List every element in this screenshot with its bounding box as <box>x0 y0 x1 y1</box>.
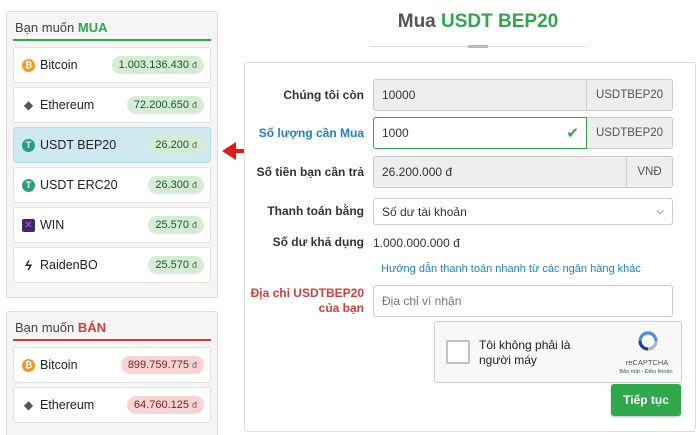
buy-price-badge: 26.200 đ <box>148 136 204 154</box>
price-value: 899.759.775 <box>127 359 189 371</box>
recaptcha-checkbox[interactable] <box>446 340 470 364</box>
recaptcha-links[interactable]: Bảo mật - Điều khoản <box>607 369 685 375</box>
price-value: 25.570 <box>155 219 189 231</box>
price-value: 26.200 <box>155 139 189 151</box>
buy-item-win[interactable]: ✕ WIN 25.570 đ <box>13 207 211 243</box>
remaining-row: Chúng tôi còn USDTBEP20 <box>245 79 673 111</box>
buy-price-badge: 26.300 đ <box>148 176 204 194</box>
amount-input[interactable] <box>373 117 587 149</box>
currency-symbol: đ <box>191 140 197 150</box>
buy-item-raidenbo[interactable]: ϟ RaidenBO 25.570 đ <box>13 247 211 283</box>
chevron-down-icon: ⌵ <box>656 206 664 217</box>
pay-row: Số tiền bạn cần trả VNĐ <box>245 156 673 188</box>
buy-panel-heading: Bạn muốn MUA <box>13 18 211 41</box>
balance-label: Số dư khả dụng <box>272 235 364 249</box>
recaptcha-text: Tôi không phải là người máy <box>479 338 571 367</box>
price-value: 26.300 <box>155 179 189 191</box>
price-value: 25.570 <box>155 259 189 271</box>
buy-price-badge: 25.570 đ <box>148 256 204 274</box>
price-value: 1.003.136.430 <box>118 59 189 71</box>
ethereum-icon: ◆ <box>23 398 34 412</box>
sell-heading-prefix: Bạn muốn <box>15 320 75 335</box>
buy-item-bitcoin[interactable]: ₿ Bitcoin 1.003.136.430 đ <box>13 47 211 83</box>
coin-name: Bitcoin <box>40 358 78 372</box>
currency-symbol: đ <box>191 220 197 230</box>
address-row: Địa chỉ USDTBEP20 của bạn <box>245 285 673 317</box>
recaptcha-logo-icon <box>638 331 658 351</box>
ethereum-icon: ◆ <box>23 98 34 112</box>
currency-symbol: đ <box>191 360 197 370</box>
currency-symbol: đ <box>191 180 197 190</box>
balance-value: 1.000.000.000 đ <box>373 235 460 250</box>
sell-panel: Bạn muốn BÁN ₿ Bitcoin 899.759.775 đ ◆ Et… <box>6 311 218 435</box>
coin-name: Ethereum <box>40 98 95 112</box>
coin-name: Ethereum <box>40 398 95 412</box>
currency-symbol: đ <box>191 400 197 410</box>
bitcoin-icon: ₿ <box>22 58 35 72</box>
bitcoin-icon: ₿ <box>22 358 35 372</box>
buy-panel: Bạn muốn MUA ₿ Bitcoin 1.003.136.430 đ ◆ … <box>6 11 218 298</box>
currency-symbol: đ <box>191 100 197 110</box>
sell-price-badge: 899.759.775 đ <box>120 356 204 374</box>
coin-name: USDT BEP20 <box>40 138 117 152</box>
currency-symbol: đ <box>191 260 197 270</box>
price-value: 72.200.650 <box>133 99 189 111</box>
buy-heading-prefix: Bạn muốn <box>15 20 75 35</box>
coin-name: WIN <box>40 218 65 232</box>
price-value: 64.760.125 <box>133 399 189 411</box>
recaptcha-widget: Tôi không phải là người máy reCAPTCHA Bả… <box>434 321 682 383</box>
bank-guide-link[interactable]: Hướng dẫn thanh toán nhanh từ các ngân h… <box>381 263 641 275</box>
method-row: Thanh toán bằng Số dư tài khoản ⌵ <box>245 198 673 225</box>
address-label-line1: Địa chỉ USDTBEP20 <box>250 286 364 300</box>
amount-label: Số lượng cần Mua <box>258 125 364 140</box>
wallet-address-input[interactable] <box>373 285 673 317</box>
sell-price-badge: 64.760.125 đ <box>126 396 204 414</box>
sell-item-ethereum[interactable]: ◆ Ethereum 64.760.125 đ <box>13 387 211 423</box>
amount-row: Số lượng cần Mua ✔ USDTBEP20 <box>245 117 673 149</box>
amount-unit: USDTBEP20 <box>587 117 673 149</box>
buy-heading-action: MUA <box>77 20 108 35</box>
currency-symbol: đ <box>191 60 197 70</box>
sell-item-bitcoin[interactable]: ₿ Bitcoin 899.759.775 đ <box>13 347 211 383</box>
payment-method-select[interactable]: Số dư tài khoản ⌵ <box>373 198 673 225</box>
balance-row: Số dư khả dụng 1.000.000.000 đ <box>245 235 460 250</box>
buy-item-usdt-bep20[interactable]: T USDT BEP20 26.200 đ <box>13 127 211 163</box>
buy-item-ethereum[interactable]: ◆ Ethereum 72.200.650 đ <box>13 87 211 123</box>
buy-price-badge: 25.570 đ <box>148 216 204 234</box>
remaining-unit: USDTBEP20 <box>587 79 673 111</box>
continue-button[interactable]: Tiếp tục <box>611 384 681 416</box>
method-label: Thanh toán bằng <box>267 204 364 218</box>
address-label: Địa chỉ USDTBEP20 của bạn <box>245 286 373 316</box>
pay-label: Số tiền bạn cần trả <box>256 164 364 179</box>
check-icon: ✔ <box>566 125 579 142</box>
title-prefix: Mua <box>397 11 436 32</box>
coin-name: RaidenBO <box>40 258 98 272</box>
sell-panel-heading: Bạn muốn BÁN <box>13 318 211 341</box>
pay-input <box>373 156 627 188</box>
title-divider <box>370 45 586 48</box>
buy-form-card: Chúng tôi còn USDTBEP20 Số lượng cần Mua… <box>244 62 696 432</box>
sell-heading-action: BÁN <box>77 320 107 335</box>
remaining-input <box>373 79 587 111</box>
raiden-icon: ϟ <box>25 257 32 273</box>
address-label-line2: của bạn <box>318 301 364 315</box>
buy-item-usdt-erc20[interactable]: T USDT ERC20 26.300 đ <box>13 167 211 203</box>
tether-icon: T <box>22 138 35 152</box>
tether-icon: T <box>22 178 35 192</box>
remaining-label: Chúng tôi còn <box>283 87 364 102</box>
buy-price-badge: 1.003.136.430 đ <box>111 56 204 74</box>
title-asset: USDT BEP20 <box>441 11 559 32</box>
coin-name: USDT ERC20 <box>40 178 118 192</box>
recaptcha-brand: reCAPTCHA <box>625 358 669 367</box>
pay-unit: VNĐ <box>627 156 673 188</box>
payment-method-value: Số dư tài khoản <box>382 204 467 219</box>
page-title: Mua USDT BEP20 <box>370 11 586 33</box>
buy-price-badge: 72.200.650 đ <box>126 96 204 114</box>
coin-name: Bitcoin <box>40 58 78 72</box>
win-icon: ✕ <box>22 218 35 232</box>
